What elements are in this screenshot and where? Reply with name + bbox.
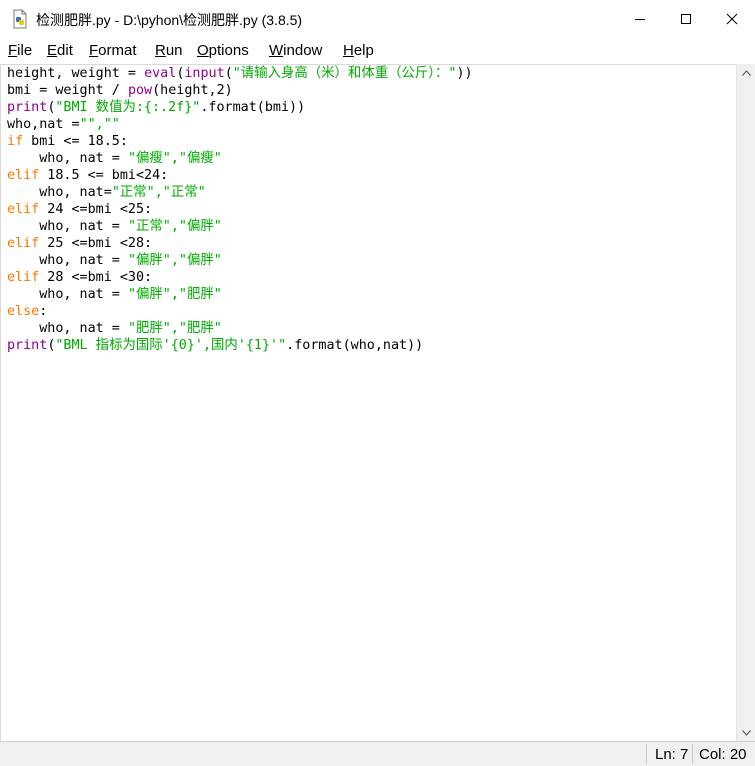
scroll-up-button[interactable] bbox=[737, 64, 755, 81]
maximize-button[interactable] bbox=[663, 0, 709, 38]
code-token: elif bbox=[7, 202, 40, 217]
code-token: who, nat= bbox=[7, 185, 112, 200]
title-bar: 检测肥胖.py - D:\pyhon\检测肥胖.py (3.8.5) bbox=[0, 0, 755, 38]
scroll-down-button[interactable] bbox=[737, 724, 755, 741]
status-bar: Ln: 7 Col: 20 bbox=[0, 741, 755, 766]
code-token: )) bbox=[456, 66, 473, 81]
code-line[interactable]: elif 24 <=bmi <25: bbox=[7, 201, 473, 218]
menu-help[interactable]: Help bbox=[343, 42, 374, 59]
code-line[interactable]: print("BML 指标为国际'{0}',国内'{1}'".format(wh… bbox=[7, 337, 473, 354]
code-token: "BMI 数值为:{:.2f}" bbox=[55, 100, 201, 115]
code-line[interactable]: who, nat = "肥胖","肥胖" bbox=[7, 320, 473, 337]
code-token: "肥胖","肥胖" bbox=[127, 321, 222, 336]
minimize-button[interactable] bbox=[617, 0, 663, 38]
code-token: elif bbox=[7, 168, 40, 183]
status-separator bbox=[646, 744, 647, 764]
minimize-icon bbox=[635, 19, 645, 20]
python-file-icon bbox=[10, 9, 30, 29]
menu-run[interactable]: Run bbox=[155, 42, 183, 59]
line-number-status: Ln: 7 bbox=[655, 746, 689, 763]
code-token: elif bbox=[7, 236, 40, 251]
code-line[interactable]: who, nat = "偏胖","偏胖" bbox=[7, 252, 473, 269]
code-token: who, nat = bbox=[7, 321, 128, 336]
code-token: "正常","偏胖" bbox=[127, 219, 222, 234]
chevron-down-icon bbox=[742, 729, 751, 736]
code-line[interactable]: else: bbox=[7, 303, 473, 320]
code-token: "正常","正常" bbox=[111, 185, 206, 200]
code-line[interactable]: bmi = weight / pow(height,2) bbox=[7, 82, 473, 99]
code-line[interactable]: print("BMI 数值为:{:.2f}".format(bmi)) bbox=[7, 99, 473, 116]
code-line[interactable]: elif 25 <=bmi <28: bbox=[7, 235, 473, 252]
code-token: print bbox=[7, 338, 48, 353]
menu-bar: File Edit Format Run Options Window Help bbox=[0, 38, 755, 64]
column-number-status: Col: 20 bbox=[699, 746, 747, 763]
code-token: input bbox=[184, 66, 225, 81]
code-token: 18.5 <= bmi<24: bbox=[39, 168, 169, 183]
code-token: "请输入身高（米）和体重（公斤）：" bbox=[232, 66, 457, 81]
code-token: elif bbox=[7, 270, 40, 285]
code-token: if bbox=[7, 134, 24, 149]
code-token: "BML 指标为国际'{0}',国内'{1}'" bbox=[55, 338, 287, 353]
menu-options[interactable]: Options bbox=[197, 42, 249, 59]
code-line[interactable]: who, nat = "偏瘦","偏瘦" bbox=[7, 150, 473, 167]
code-line[interactable]: who,nat ="","" bbox=[7, 116, 473, 133]
code-line[interactable]: height, weight = eval(input("请输入身高（米）和体重… bbox=[7, 65, 473, 82]
chevron-up-icon bbox=[742, 69, 751, 76]
code-line[interactable]: if bmi <= 18.5: bbox=[7, 133, 473, 150]
code-token: 25 <=bmi <28: bbox=[39, 236, 153, 251]
code-line[interactable]: who, nat = "偏胖","肥胖" bbox=[7, 286, 473, 303]
close-button[interactable] bbox=[709, 0, 755, 38]
window-title: 检测肥胖.py - D:\pyhon\检测肥胖.py (3.8.5) bbox=[36, 12, 303, 28]
code-token: eval bbox=[144, 66, 177, 81]
code-token: who, nat = bbox=[7, 287, 128, 302]
code-token: who,nat = bbox=[7, 117, 80, 132]
code-token: bmi = weight / bbox=[7, 83, 128, 98]
close-icon bbox=[726, 13, 738, 25]
code-token: who, nat = bbox=[7, 151, 128, 166]
maximize-icon bbox=[681, 14, 691, 24]
code-line[interactable]: who, nat = "正常","偏胖" bbox=[7, 218, 473, 235]
code-line[interactable]: elif 18.5 <= bmi<24: bbox=[7, 167, 473, 184]
status-separator bbox=[692, 744, 693, 764]
code-token: who, nat = bbox=[7, 253, 128, 268]
code-token: print bbox=[7, 100, 48, 115]
code-token: bmi <= 18.5: bbox=[23, 134, 128, 149]
code-token: pow bbox=[127, 83, 153, 98]
menu-window[interactable]: Window bbox=[269, 42, 322, 59]
code-editor[interactable]: height, weight = eval(input("请输入身高（米）和体重… bbox=[0, 64, 736, 741]
code-token: .format(bmi)) bbox=[200, 100, 306, 115]
code-token: height, weight = bbox=[7, 66, 145, 81]
menu-format[interactable]: Format bbox=[89, 42, 137, 59]
vertical-scrollbar[interactable] bbox=[736, 64, 755, 741]
code-token: (height,2) bbox=[152, 83, 233, 98]
code-token: else bbox=[7, 304, 40, 319]
code-token: "偏胖","偏胖" bbox=[127, 253, 222, 268]
code-token: 24 <=bmi <25: bbox=[39, 202, 153, 217]
menu-file[interactable]: File bbox=[8, 42, 32, 59]
code-token: ( bbox=[224, 66, 233, 81]
code-token: "偏胖","肥胖" bbox=[127, 287, 222, 302]
menu-edit[interactable]: Edit bbox=[47, 42, 73, 59]
code-line[interactable]: elif 28 <=bmi <30: bbox=[7, 269, 473, 286]
code-line[interactable]: who, nat="正常","正常" bbox=[7, 184, 473, 201]
code-token: 28 <=bmi <30: bbox=[39, 270, 153, 285]
code-token: "偏瘦","偏瘦" bbox=[127, 151, 222, 166]
code-token: : bbox=[39, 304, 48, 319]
code-token: who, nat = bbox=[7, 219, 128, 234]
code-text[interactable]: height, weight = eval(input("请输入身高（米）和体重… bbox=[7, 65, 473, 354]
code-token: "","" bbox=[79, 117, 120, 132]
code-token: .format(who,nat)) bbox=[286, 338, 424, 353]
